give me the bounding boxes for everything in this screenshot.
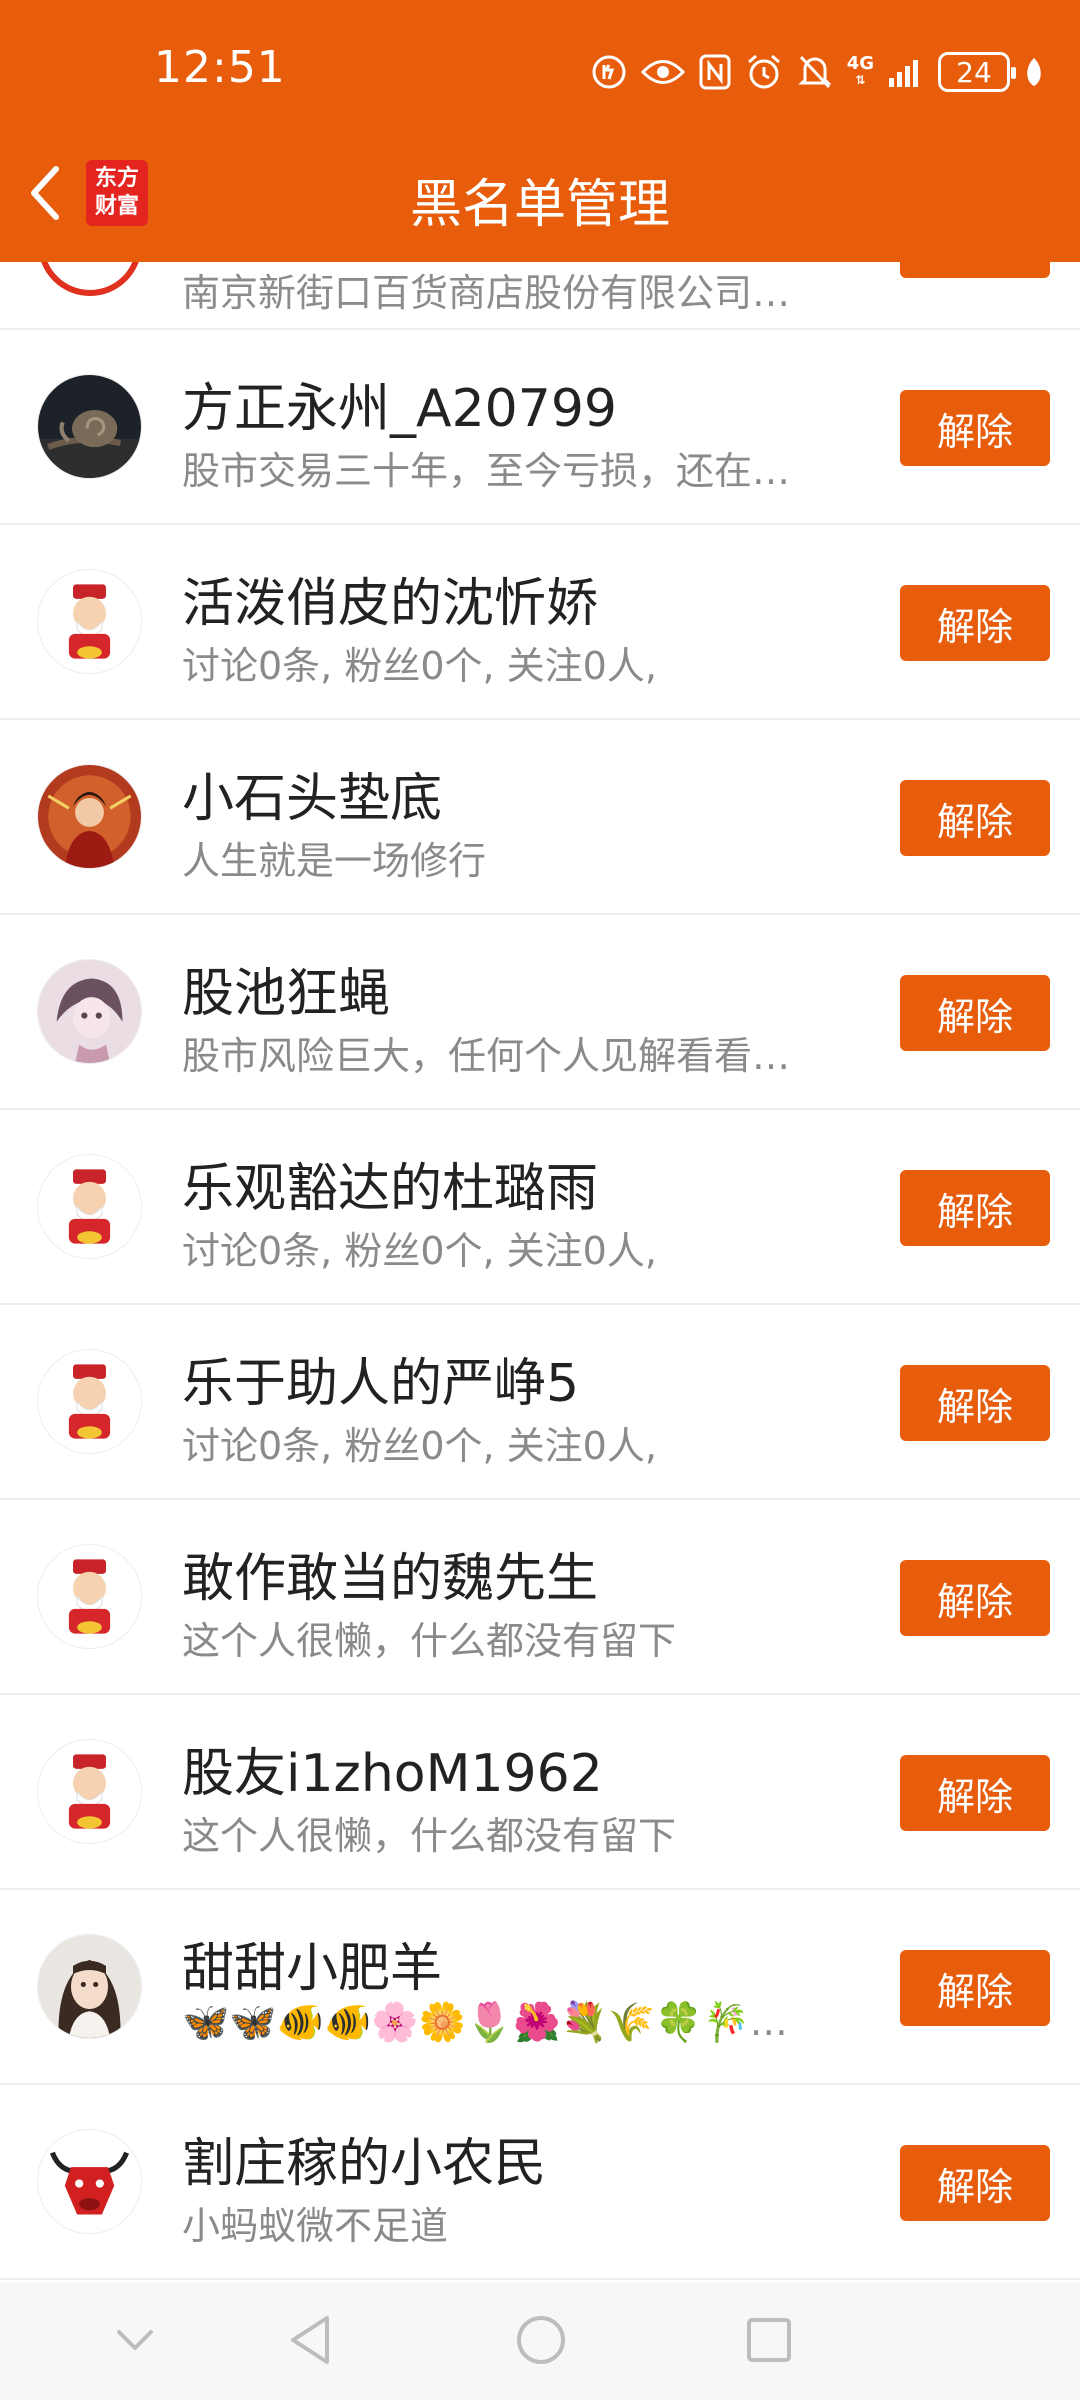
list-item-partial: 南京新街口百货商店股份有限公司… bbox=[0, 262, 1080, 330]
user-description: 讨论0条, 粉丝0个, 关注0人, bbox=[182, 1229, 657, 1273]
anime-girl-avatar bbox=[38, 960, 141, 1063]
chevron-down-icon bbox=[117, 2330, 153, 2350]
fortune-god-avatar bbox=[38, 1545, 141, 1648]
signal-icon bbox=[888, 52, 924, 92]
avatar bbox=[38, 262, 142, 296]
woman-red-costume-photo bbox=[38, 765, 141, 868]
avatar[interactable] bbox=[37, 764, 142, 869]
battery-icon: 24 bbox=[938, 52, 1016, 92]
user-name: 敢作敢当的魏先生 bbox=[182, 1549, 599, 1609]
list-item: 小石头垫底 人生就是一场修行 解除 bbox=[0, 720, 1080, 915]
avatar[interactable] bbox=[37, 1934, 142, 2039]
user-description: 这个人很懒，什么都没有留下 bbox=[182, 1814, 677, 1858]
avatar[interactable] bbox=[37, 1154, 142, 1259]
avatar[interactable] bbox=[37, 1544, 142, 1649]
network-type-label: 4G ⇅ bbox=[846, 53, 874, 88]
fortune-god-avatar bbox=[38, 570, 141, 673]
mute-bell-icon bbox=[797, 52, 833, 92]
triangle-back-icon bbox=[291, 2316, 329, 2364]
user-description: 南京新街口百货商店股份有限公司… bbox=[182, 271, 791, 315]
list-item: 股友i1zhoM1962 这个人很懒，什么都没有留下 解除 bbox=[0, 1695, 1080, 1890]
alarm-icon bbox=[745, 52, 783, 92]
list-item: 活泼俏皮的沈忻娇 讨论0条, 粉丝0个, 关注0人, 解除 bbox=[0, 525, 1080, 720]
user-description: 讨论0条, 粉丝0个, 关注0人, bbox=[182, 1424, 657, 1468]
user-name: 割庄稼的小农民 bbox=[182, 2134, 547, 2194]
nav-recents-button[interactable] bbox=[734, 2305, 804, 2375]
nfc-icon bbox=[699, 52, 731, 92]
unblock-button[interactable]: 解除 bbox=[900, 1560, 1050, 1636]
avatar[interactable] bbox=[37, 1739, 142, 1844]
status-icons: 4G ⇅ 24 bbox=[591, 46, 1044, 98]
user-name: 股友i1zhoM1962 bbox=[182, 1744, 603, 1804]
fortune-god-avatar bbox=[38, 1740, 141, 1843]
status-time: 12:51 bbox=[154, 42, 286, 93]
unblock-button[interactable]: 解除 bbox=[900, 780, 1050, 856]
user-name: 小石头垫底 bbox=[182, 769, 443, 829]
list-item: 割庄稼的小农民 小蚂蚁微不足道 解除 bbox=[0, 2085, 1080, 2280]
fortune-god-avatar bbox=[38, 1350, 141, 1453]
snail-photo-avatar bbox=[38, 375, 141, 478]
user-name: 股池狂蝇 bbox=[182, 964, 391, 1024]
avatar[interactable] bbox=[37, 374, 142, 479]
page-title: 黑名单管理 bbox=[409, 175, 670, 235]
avatar[interactable] bbox=[37, 959, 142, 1064]
user-description: 人生就是一场修行 bbox=[182, 839, 487, 883]
fortune-god-avatar bbox=[38, 1155, 141, 1258]
bull-avatar bbox=[38, 2130, 141, 2233]
battery-level: 24 bbox=[956, 55, 992, 89]
nav-home-button[interactable] bbox=[506, 2305, 576, 2375]
user-name: 甜甜小肥羊 bbox=[182, 1939, 443, 1999]
user-name: 乐观豁达的杜璐雨 bbox=[182, 1159, 599, 1219]
nav-back-button[interactable] bbox=[274, 2305, 344, 2375]
list-item: 乐于助人的严峥5 讨论0条, 粉丝0个, 关注0人, 解除 bbox=[0, 1305, 1080, 1500]
user-name: 方正永州_A20799 bbox=[182, 379, 617, 439]
list-item: 敢作敢当的魏先生 这个人很懒，什么都没有留下 解除 bbox=[0, 1500, 1080, 1695]
unblock-button[interactable]: 解除 bbox=[900, 1365, 1050, 1441]
data-saver-icon bbox=[591, 52, 627, 92]
user-description: 小蚂蚁微不足道 bbox=[182, 2204, 449, 2248]
avatar[interactable] bbox=[37, 2129, 142, 2234]
blacklist: 南京新街口百货商店股份有限公司… 方正永州_A20799 股市交易三十年，至今亏… bbox=[0, 262, 1080, 2280]
list-item: 方正永州_A20799 股市交易三十年，至今亏损，还在… 解除 bbox=[0, 330, 1080, 525]
system-navigation-bar bbox=[0, 2283, 1080, 2400]
unblock-button[interactable]: 解除 bbox=[900, 1170, 1050, 1246]
unblock-button[interactable]: 解除 bbox=[900, 2145, 1050, 2221]
user-description: 🦋🦋🐠🐠🌸🌼🌷🌺💐🌾🍀🎋… bbox=[182, 2000, 788, 2044]
avatar[interactable] bbox=[37, 1349, 142, 1454]
user-description: 讨论0条, 粉丝0个, 关注0人, bbox=[182, 644, 657, 688]
user-name: 乐于助人的严峥5 bbox=[182, 1354, 580, 1414]
girl-photo-avatar bbox=[38, 1935, 141, 2038]
eye-icon bbox=[640, 52, 685, 92]
list-item: 甜甜小肥羊 🦋🦋🐠🐠🌸🌼🌷🌺💐🌾🍀🎋… 解除 bbox=[0, 1890, 1080, 2085]
list-item: 乐观豁达的杜璐雨 讨论0条, 粉丝0个, 关注0人, 解除 bbox=[0, 1110, 1080, 1305]
hide-keyboard-button[interactable] bbox=[100, 2305, 170, 2375]
list-item: 股池狂蝇 股市风险巨大，任何个人见解看看… 解除 bbox=[0, 915, 1080, 1110]
avatar[interactable] bbox=[37, 569, 142, 674]
app-header: 12:51 4G ⇅ 24 东方 财富 黑名单管理 bbox=[0, 0, 1080, 262]
user-description: 这个人很懒，什么都没有留下 bbox=[182, 1619, 677, 1663]
user-description: 股市风险巨大，任何个人见解看看… bbox=[182, 1034, 791, 1078]
leaf-icon bbox=[1024, 52, 1044, 92]
unblock-button[interactable]: 解除 bbox=[900, 975, 1050, 1051]
square-recents-icon bbox=[747, 2318, 791, 2362]
unblock-button[interactable] bbox=[900, 262, 1050, 278]
user-name: 活泼俏皮的沈忻娇 bbox=[182, 574, 599, 634]
user-description: 股市交易三十年，至今亏损，还在… bbox=[182, 449, 791, 493]
circle-home-icon bbox=[517, 2316, 565, 2364]
unblock-button[interactable]: 解除 bbox=[900, 1755, 1050, 1831]
unblock-button[interactable]: 解除 bbox=[900, 390, 1050, 466]
unblock-button[interactable]: 解除 bbox=[900, 585, 1050, 661]
unblock-button[interactable]: 解除 bbox=[900, 1950, 1050, 2026]
